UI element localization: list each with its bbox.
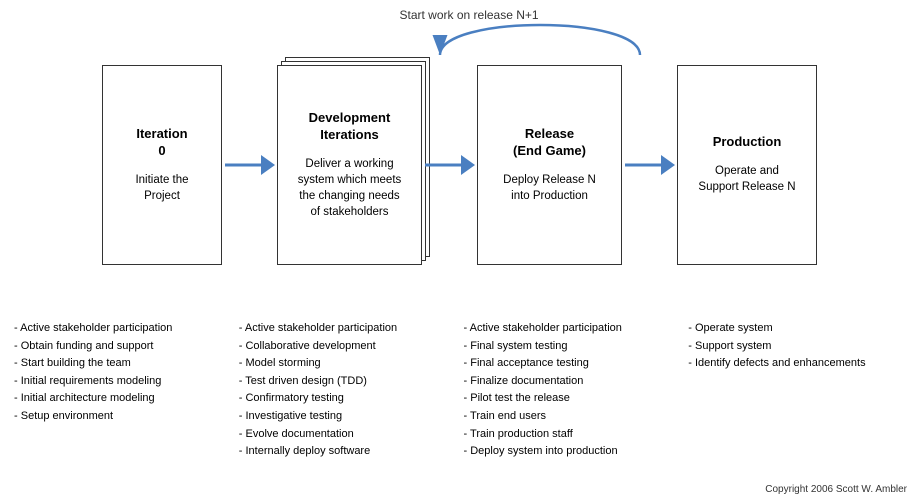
list-iteration0-items: Active stakeholder participation Obtain … (14, 320, 231, 426)
list-item: Test driven design (TDD) (239, 373, 456, 391)
list-item: Evolve documentation (239, 426, 456, 444)
list-item: Deploy system into production (464, 443, 681, 461)
list-production: Operate system Support system Identify d… (684, 320, 909, 461)
list-item: Active stakeholder participation (464, 320, 681, 338)
arrow-right-2 (425, 155, 475, 175)
phase-release-body: Deploy Release Ninto Production (503, 172, 596, 204)
copyright: Copyright 2006 Scott W. Ambler (765, 484, 907, 495)
list-item: Train end users (464, 408, 681, 426)
list-item: Pilot test the release (464, 390, 681, 408)
list-item: Investigative testing (239, 408, 456, 426)
phase-production-title: Production (713, 134, 782, 151)
list-production-items: Operate system Support system Identify d… (688, 320, 905, 373)
arrow-3 (622, 155, 677, 175)
phase-dev-body: Deliver a workingsystem which meetsthe c… (298, 156, 402, 220)
arrow-1 (222, 155, 277, 175)
list-item: Obtain funding and support (14, 338, 231, 356)
phase-production: Production Operate andSupport Release N (677, 65, 817, 265)
list-item: Final acceptance testing (464, 355, 681, 373)
list-iteration0: Active stakeholder participation Obtain … (10, 320, 235, 461)
list-item: Setup environment (14, 408, 231, 426)
list-item: Support system (688, 338, 905, 356)
diagram-area: Start work on release N+1 Iteration0 Ini… (0, 0, 919, 310)
arrow-2 (422, 155, 477, 175)
list-item: Active stakeholder participation (14, 320, 231, 338)
list-item: Active stakeholder participation (239, 320, 456, 338)
phase-dev-title: DevelopmentIterations (309, 110, 391, 144)
arrow-right-3 (625, 155, 675, 175)
list-item: Operate system (688, 320, 905, 338)
list-release-items: Active stakeholder participation Final s… (464, 320, 681, 461)
list-item: Train production staff (464, 426, 681, 444)
arrow-right-1 (225, 155, 275, 175)
phase-iteration0-body: Initiate theProject (135, 172, 188, 204)
list-item: Final system testing (464, 338, 681, 356)
phases-wrapper: Iteration0 Initiate theProject Developme… (10, 65, 909, 265)
phase-iteration0: Iteration0 Initiate theProject (102, 65, 222, 265)
lists-area: Active stakeholder participation Obtain … (0, 310, 919, 466)
dev-page-front: DevelopmentIterations Deliver a workings… (277, 65, 422, 265)
list-item: Confirmatory testing (239, 390, 456, 408)
phase-production-body: Operate andSupport Release N (698, 163, 795, 195)
list-dev: Active stakeholder participation Collabo… (235, 320, 460, 461)
list-item: Internally deploy software (239, 443, 456, 461)
phase-dev-iterations: DevelopmentIterations Deliver a workings… (277, 65, 422, 265)
list-item: Finalize documentation (464, 373, 681, 391)
curved-arrow (380, 5, 700, 60)
list-release: Active stakeholder participation Final s… (460, 320, 685, 461)
list-item: Collaborative development (239, 338, 456, 356)
list-item: Start building the team (14, 355, 231, 373)
list-dev-items: Active stakeholder participation Collabo… (239, 320, 456, 461)
list-item: Identify defects and enhancements (688, 355, 905, 373)
list-item: Model storming (239, 355, 456, 373)
list-item: Initial requirements modeling (14, 373, 231, 391)
phase-iteration0-title: Iteration0 (136, 126, 187, 160)
phase-release: Release(End Game) Deploy Release Ninto P… (477, 65, 622, 265)
list-item: Initial architecture modeling (14, 390, 231, 408)
phase-release-title: Release(End Game) (513, 126, 586, 160)
